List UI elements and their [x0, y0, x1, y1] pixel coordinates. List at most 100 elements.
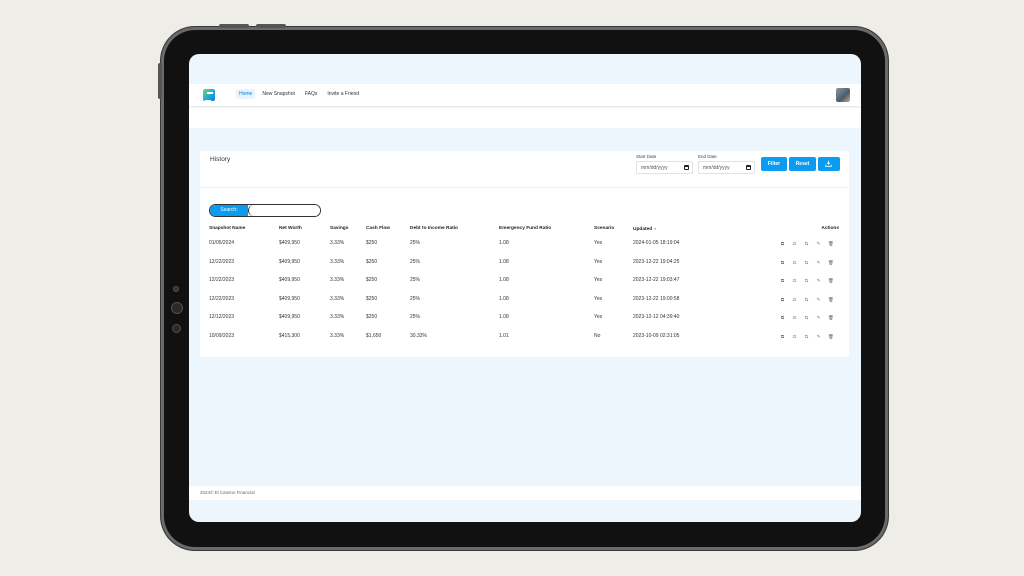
nav-home[interactable]: Home	[236, 89, 256, 99]
col-cash-flow[interactable]: Cash Flow	[366, 226, 390, 231]
cell-snapshot-name[interactable]: 12/22/2023	[209, 277, 234, 283]
compare-icon[interactable]: ⇆	[804, 278, 809, 283]
scale-icon[interactable]: ⚖	[792, 315, 797, 320]
copy-icon[interactable]: ⧉	[780, 260, 785, 265]
compare-icon[interactable]: ⇆	[804, 260, 809, 265]
cell-snapshot-name[interactable]: 12/12/2023	[209, 314, 234, 320]
cell-debt-income: 25%	[410, 240, 421, 246]
copy-icon[interactable]: ⧉	[780, 334, 785, 339]
edit-icon[interactable]: ✎	[816, 260, 821, 265]
cell-scenario: Yes	[594, 314, 603, 321]
end-date-input[interactable]: mm/dd/yyyy	[698, 161, 755, 174]
col-scenario[interactable]: Scenario	[594, 226, 614, 231]
cell-debt-income: 25%	[410, 258, 421, 265]
cell-net-worth: $409,950	[279, 240, 300, 246]
edit-icon[interactable]: ✎	[816, 334, 821, 339]
trash-icon[interactable]: 🗑	[828, 334, 834, 339]
cell-snapshot-name[interactable]: 01/05/2024	[209, 240, 234, 246]
compare-icon[interactable]: ⇆	[804, 297, 809, 302]
nav-faqs[interactable]: FAQs	[302, 89, 321, 99]
cell-cash-flow: $250	[366, 314, 378, 321]
scale-icon[interactable]: ⚖	[792, 297, 797, 302]
footer: 2024© El Camino Financial	[189, 486, 861, 500]
tablet-button	[219, 24, 249, 28]
row-actions: ⧉ ⚖ ⇆ ✎ 🗑	[780, 315, 834, 320]
history-header: History Start Date mm/dd/yyyy End Date m…	[200, 151, 849, 188]
cell-emergency-fund: 1.01	[499, 332, 509, 339]
filter-button[interactable]: Filter	[761, 157, 787, 171]
scale-icon[interactable]: ⚖	[792, 260, 797, 265]
start-date-label: Start Date	[636, 154, 657, 159]
tablet-frame: Home New Snapshot FAQs Invite a Friend H…	[158, 24, 888, 550]
avatar[interactable]	[836, 88, 850, 102]
table-row: 10/09/2023 $415,300 3.33% $1,650 30.33% 1.01 N…	[209, 333, 839, 352]
trash-icon[interactable]: 🗑	[828, 241, 834, 246]
footer-text: 2024© El Camino Financial	[200, 490, 255, 495]
copy-icon[interactable]: ⧉	[780, 278, 785, 283]
compare-icon[interactable]: ⇆	[804, 315, 809, 320]
copy-icon[interactable]: ⧉	[780, 315, 785, 320]
page-title: History	[210, 156, 231, 163]
scale-icon[interactable]: ⚖	[792, 334, 797, 339]
edit-icon[interactable]: ✎	[816, 241, 821, 246]
camera-icon	[171, 302, 183, 314]
cell-emergency-fund: 1.08	[499, 314, 509, 321]
row-actions: ⧉ ⚖ ⇆ ✎ 🗑	[780, 260, 834, 265]
reset-button[interactable]: Reset	[789, 157, 816, 171]
calendar-icon[interactable]	[746, 165, 751, 170]
cell-emergency-fund: 1.08	[499, 277, 509, 284]
table-body: 01/05/2024 $409,950 3.33% $250 25% 1.08 Yes 202…	[209, 240, 839, 352]
cell-net-worth: $409,950	[279, 314, 300, 321]
trash-icon[interactable]: 🗑	[828, 278, 834, 283]
sort-arrow-icon[interactable]: ▾	[654, 226, 656, 231]
cell-cash-flow: $1,650	[366, 332, 382, 339]
search-input[interactable]	[248, 205, 320, 216]
nav-new-snapshot[interactable]: New Snapshot	[259, 89, 298, 99]
nav-invite-friend[interactable]: Invite a Friend	[324, 89, 362, 99]
brand-logo-icon[interactable]	[203, 89, 215, 101]
camera-icon	[173, 286, 179, 292]
copy-icon[interactable]: ⧉	[780, 297, 785, 302]
edit-icon[interactable]: ✎	[816, 278, 821, 283]
start-date-group: Start Date mm/dd/yyyy	[636, 154, 693, 174]
compare-icon[interactable]: ⇆	[804, 241, 809, 246]
row-actions: ⧉ ⚖ ⇆ ✎ 🗑	[780, 297, 834, 302]
cell-net-worth: $409,950	[279, 258, 300, 265]
cell-net-worth: $415,300	[279, 332, 300, 339]
edit-icon[interactable]: ✎	[816, 315, 821, 320]
cell-net-worth: $409,950	[279, 295, 300, 302]
scale-icon[interactable]: ⚖	[792, 241, 797, 246]
cell-scenario: Yes	[594, 258, 603, 265]
col-snapshot-name[interactable]: Snapshot Name	[209, 226, 245, 231]
cell-emergency-fund: 1.08	[499, 258, 509, 265]
edit-icon[interactable]: ✎	[816, 297, 821, 302]
download-button[interactable]	[818, 157, 840, 171]
col-debt-income[interactable]: Debt to Income Ratio	[410, 226, 458, 231]
compare-icon[interactable]: ⇆	[804, 334, 809, 339]
col-updated[interactable]: Updated ▾	[633, 226, 656, 232]
trash-icon[interactable]: 🗑	[828, 297, 834, 302]
table-row: 12/22/2023 $409,950 3.33% $250 25% 1.08 Yes 202…	[209, 277, 839, 296]
col-savings[interactable]: Savings	[330, 226, 348, 231]
trash-icon[interactable]: 🗑	[828, 260, 834, 265]
col-emergency-fund[interactable]: Emergency Fund Ratio	[499, 226, 551, 231]
cell-debt-income: 25%	[410, 295, 421, 302]
cell-snapshot-name[interactable]: 12/22/2023	[209, 296, 234, 302]
cell-updated: 2023-12-12 04:39:40	[633, 314, 680, 321]
table-header-row: Snapshot Name Net Worth Savings Cash Flo…	[209, 226, 839, 240]
cell-savings: 3.33%	[330, 277, 345, 284]
calendar-icon[interactable]	[684, 165, 689, 170]
col-net-worth[interactable]: Net Worth	[279, 226, 302, 231]
cell-snapshot-name[interactable]: 12/22/2023	[209, 259, 234, 265]
scale-icon[interactable]: ⚖	[792, 278, 797, 283]
cell-emergency-fund: 1.08	[499, 240, 509, 246]
copy-icon[interactable]: ⧉	[780, 241, 785, 246]
trash-icon[interactable]: 🗑	[828, 315, 834, 320]
start-date-input[interactable]: mm/dd/yyyy	[636, 161, 693, 174]
cell-updated: 2023-12-22 19:00:58	[633, 295, 680, 302]
table-row: 12/12/2023 $409,950 3.33% $250 25% 1.08 Yes 202…	[209, 314, 839, 333]
row-actions: ⧉ ⚖ ⇆ ✎ 🗑	[780, 241, 834, 246]
cell-updated: 2023-12-22 19:04:25	[633, 258, 680, 265]
cell-cash-flow: $250	[366, 295, 378, 302]
cell-snapshot-name[interactable]: 10/09/2023	[209, 333, 234, 339]
